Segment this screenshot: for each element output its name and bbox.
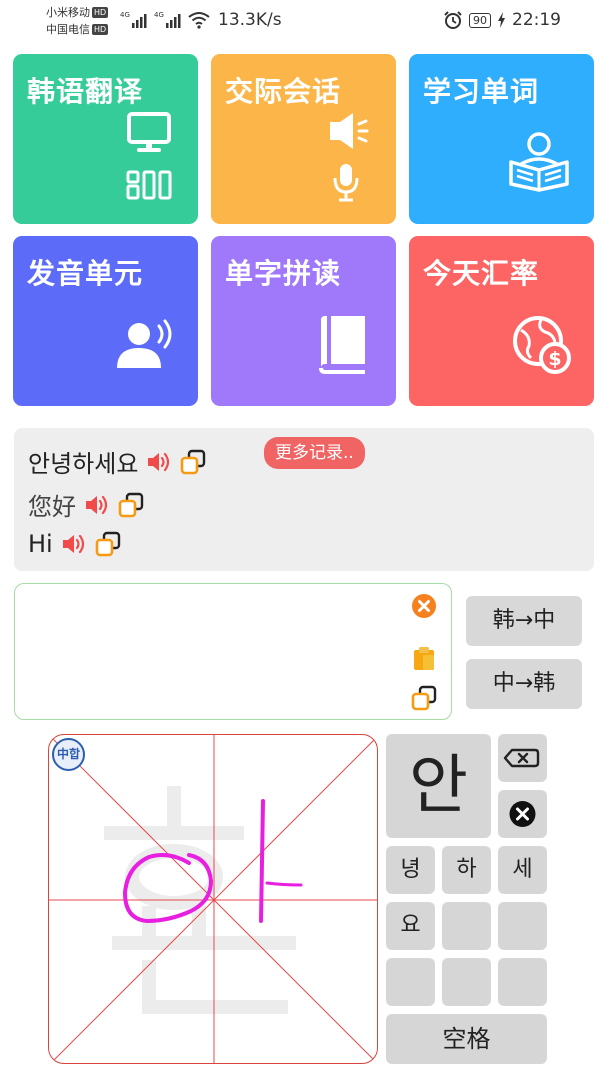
copy-icon[interactable] bbox=[411, 685, 437, 711]
backspace-key[interactable] bbox=[498, 734, 547, 782]
history-row[interactable]: Hi bbox=[28, 530, 121, 558]
tile-title: 交际会话 bbox=[225, 75, 342, 108]
clear-icon[interactable] bbox=[411, 593, 437, 619]
tile-learn-words[interactable]: 学习单词 bbox=[409, 54, 594, 224]
tile-exchange-rate[interactable]: 今天汇率 $ bbox=[409, 236, 594, 406]
svg-text:$: $ bbox=[548, 348, 561, 370]
svg-text:4G: 4G bbox=[120, 11, 130, 19]
translation-history: 안녕하세요 更多记录.. 您好 Hi bbox=[14, 428, 594, 571]
candidate-key[interactable]: 녕 bbox=[386, 846, 435, 894]
tile-title: 今天汇率 bbox=[423, 257, 540, 290]
signal-icon-2: 4G bbox=[154, 11, 181, 28]
monitor-qr-icon bbox=[126, 112, 172, 200]
speaker-icon[interactable] bbox=[61, 532, 87, 556]
candidate-key[interactable] bbox=[442, 958, 491, 1006]
tile-spelling[interactable]: 单字拼读 bbox=[211, 236, 396, 406]
speaker-icon[interactable] bbox=[84, 493, 110, 517]
alarm-icon bbox=[444, 11, 462, 29]
text-input-area[interactable] bbox=[14, 583, 452, 720]
tile-title: 发音单元 bbox=[27, 257, 144, 290]
copy-icon[interactable] bbox=[118, 492, 144, 518]
copy-icon[interactable] bbox=[95, 531, 121, 557]
tile-pronunciation[interactable]: 发音单元 bbox=[13, 236, 198, 406]
paste-icon[interactable] bbox=[411, 645, 437, 671]
copy-icon[interactable] bbox=[180, 449, 206, 475]
history-text: 您好 bbox=[28, 493, 76, 521]
candidate-key[interactable] bbox=[386, 958, 435, 1006]
speaking-person-icon bbox=[117, 319, 172, 368]
clock: 22:19 bbox=[512, 10, 561, 30]
handwriting-strokes bbox=[122, 799, 303, 924]
carrier-1: 小米移动 bbox=[46, 6, 90, 19]
tile-title: 韩语翻译 bbox=[27, 75, 144, 108]
net-speed: 13.3K/s bbox=[218, 10, 282, 30]
svg-text:4G: 4G bbox=[154, 11, 164, 19]
handwriting-pad[interactable]: 中합 bbox=[48, 734, 378, 1064]
globe-dollar-icon: $ bbox=[513, 316, 571, 374]
hd-badge: HD bbox=[92, 7, 109, 18]
zh-to-ko-button[interactable]: 中→韩 bbox=[466, 659, 582, 709]
history-text: Hi bbox=[28, 530, 53, 558]
speaker-mic-icon bbox=[330, 113, 369, 202]
signal-icon: 4G bbox=[120, 11, 147, 28]
clear-all-key[interactable] bbox=[498, 790, 547, 838]
speaker-icon[interactable] bbox=[146, 450, 172, 474]
tile-title: 单字拼读 bbox=[225, 257, 342, 290]
battery-level: 90 bbox=[469, 12, 491, 28]
more-records-button[interactable]: 更多记录.. bbox=[264, 437, 365, 469]
tile-korean-translation[interactable]: 韩语翻译 bbox=[13, 54, 198, 224]
space-key[interactable]: 空格 bbox=[386, 1014, 547, 1064]
history-row[interactable]: 您好 bbox=[28, 487, 144, 522]
hd-badge: HD bbox=[92, 24, 109, 35]
charging-icon bbox=[498, 12, 505, 28]
book-icon bbox=[319, 316, 365, 374]
candidate-key[interactable]: 요 bbox=[386, 902, 435, 950]
carrier-2: 中国电信 bbox=[46, 23, 90, 36]
history-row[interactable]: 안녕하세요 bbox=[28, 444, 206, 479]
candidate-key[interactable]: 하 bbox=[442, 846, 491, 894]
reading-person-icon bbox=[509, 132, 569, 192]
ko-to-zh-button[interactable]: 韩→中 bbox=[466, 596, 582, 646]
wifi-icon bbox=[188, 12, 210, 29]
tile-title: 学习单词 bbox=[423, 75, 540, 108]
right-status: 90 22:19 bbox=[443, 10, 561, 30]
candidate-key[interactable] bbox=[498, 958, 547, 1006]
carrier-info: 小米移动 HD 中国电信 HD bbox=[46, 4, 109, 38]
candidate-primary[interactable]: 안 bbox=[386, 734, 491, 838]
close-icon bbox=[509, 801, 536, 827]
status-bar: 小米移动 HD 中国电信 HD 4G 4G 13.3K/s 90 22:19 bbox=[0, 0, 607, 44]
backspace-icon bbox=[503, 748, 540, 768]
input-mode-badge[interactable]: 中합 bbox=[52, 738, 85, 771]
history-text: 안녕하세요 bbox=[28, 450, 139, 478]
tile-conversation[interactable]: 交际会话 bbox=[211, 54, 396, 224]
candidate-key[interactable]: 세 bbox=[498, 846, 547, 894]
candidate-key[interactable] bbox=[498, 902, 547, 950]
candidate-key[interactable] bbox=[442, 902, 491, 950]
